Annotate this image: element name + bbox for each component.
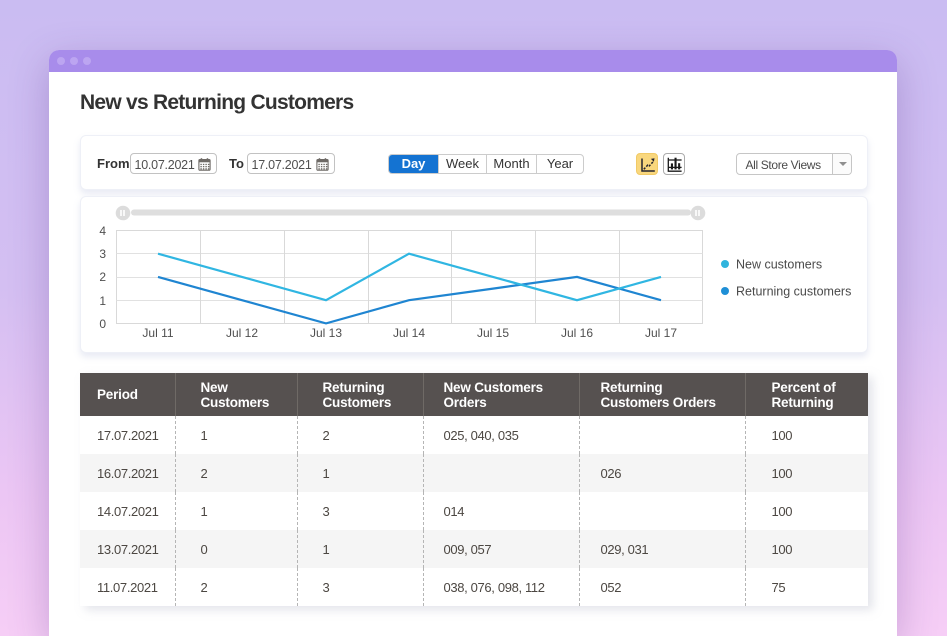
- svg-text:Jul 13: Jul 13: [310, 326, 342, 340]
- svg-text:0: 0: [99, 317, 106, 331]
- svg-text:Jul 12: Jul 12: [226, 326, 258, 340]
- svg-text:2: 2: [99, 270, 106, 284]
- svg-text:Jul 16: Jul 16: [561, 326, 593, 340]
- svg-text:1: 1: [99, 294, 106, 308]
- svg-text:4: 4: [99, 224, 106, 238]
- svg-text:Jul 14: Jul 14: [393, 326, 425, 340]
- svg-text:3: 3: [99, 247, 106, 261]
- svg-text:Jul 15: Jul 15: [477, 326, 509, 340]
- svg-text:Returning customers: Returning customers: [736, 285, 851, 299]
- svg-text:Jul 11: Jul 11: [142, 326, 173, 340]
- svg-text:Jul 17: Jul 17: [645, 326, 677, 340]
- svg-text:New customers: New customers: [736, 258, 822, 272]
